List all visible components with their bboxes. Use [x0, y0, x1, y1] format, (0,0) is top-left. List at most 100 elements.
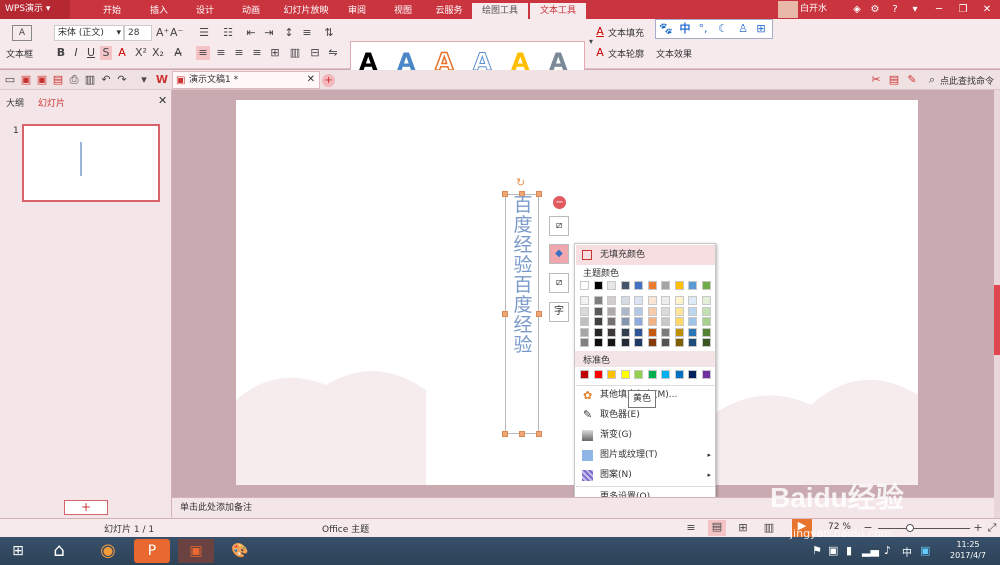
- color-swatch[interactable]: [674, 296, 684, 305]
- bullets-icon[interactable]: ☰: [196, 26, 212, 40]
- color-swatch[interactable]: [593, 306, 603, 316]
- columns-icon[interactable]: ▥: [288, 46, 302, 60]
- color-swatch[interactable]: [688, 317, 697, 326]
- convert-icon[interactable]: ⇋: [326, 46, 340, 60]
- resize-handle[interactable]: [519, 431, 525, 437]
- fill-bucket-icon[interactable]: ◆: [549, 244, 569, 264]
- tool-c-icon[interactable]: ✎: [906, 73, 918, 87]
- align-right-icon[interactable]: ≡: [232, 46, 246, 60]
- print-icon[interactable]: ⎙: [68, 73, 80, 87]
- italic-icon[interactable]: I: [70, 46, 82, 60]
- customize-icon[interactable]: ▾: [138, 73, 150, 87]
- app-menu-button[interactable]: WPS演示 ▾: [0, 0, 70, 19]
- browser-icon[interactable]: ◉: [90, 539, 126, 563]
- volume-icon[interactable]: ♪: [884, 544, 891, 557]
- tool-a-icon[interactable]: ✂: [870, 73, 882, 87]
- color-swatch[interactable]: [701, 338, 711, 347]
- collapse-icon[interactable]: −: [553, 196, 566, 209]
- color-swatch[interactable]: [661, 306, 670, 316]
- redo-icon[interactable]: ↷: [116, 73, 128, 87]
- resize-handle[interactable]: [502, 311, 508, 317]
- text-direction-icon[interactable]: ⇅: [322, 26, 336, 40]
- color-swatch[interactable]: [593, 370, 603, 379]
- network-icon[interactable]: ▮: [846, 544, 852, 557]
- resize-handle[interactable]: [536, 431, 542, 437]
- shrink-font-icon[interactable]: A⁻: [170, 26, 183, 40]
- color-swatch[interactable]: [607, 306, 616, 316]
- baidu-paw-icon[interactable]: 🐾: [659, 22, 673, 36]
- new-icon[interactable]: ▭: [4, 73, 16, 87]
- color-swatch[interactable]: [661, 327, 670, 337]
- color-swatch[interactable]: [674, 370, 684, 379]
- minimize-icon[interactable]: ─: [930, 1, 948, 18]
- color-swatch[interactable]: [647, 317, 657, 326]
- color-swatch[interactable]: [634, 281, 643, 290]
- close-tab-icon[interactable]: ✕: [307, 72, 315, 88]
- color-swatch[interactable]: [580, 296, 589, 305]
- new-tab-icon[interactable]: +: [322, 74, 335, 87]
- sorter-view-icon[interactable]: ⊞: [736, 521, 750, 535]
- eyedropper-item[interactable]: ✎ 取色器(E): [576, 405, 715, 425]
- gradient-item[interactable]: 渐变(G): [576, 425, 715, 445]
- zoom-thumb[interactable]: [906, 524, 914, 532]
- menu-icon[interactable]: ▾: [906, 1, 924, 18]
- superscript-icon[interactable]: X²: [135, 46, 147, 60]
- color-swatch[interactable]: [634, 338, 643, 347]
- vertical-scrollbar[interactable]: [994, 90, 1000, 518]
- shadow-icon[interactable]: S: [100, 46, 112, 60]
- home-icon[interactable]: ⌂: [44, 539, 74, 563]
- text-align-icon[interactable]: ⊟: [308, 46, 322, 60]
- wps-taskbar-icon[interactable]: P: [134, 539, 170, 563]
- color-swatch[interactable]: [647, 370, 657, 379]
- tool-b-icon[interactable]: ▤: [888, 73, 900, 87]
- no-fill-item[interactable]: 无填充颜色: [576, 245, 715, 265]
- scroll-thumb[interactable]: [994, 285, 1000, 355]
- color-swatch[interactable]: [647, 296, 657, 305]
- font-color-icon[interactable]: A: [115, 46, 129, 60]
- zoom-in-icon[interactable]: +: [972, 521, 984, 535]
- color-swatch[interactable]: [647, 306, 657, 316]
- export-pdf-icon[interactable]: ▤: [52, 73, 64, 87]
- picture-texture-item[interactable]: 图片或纹理(T) ▸: [576, 445, 715, 465]
- tray-flag-icon[interactable]: ⚑: [812, 544, 822, 557]
- color-swatch[interactable]: [634, 370, 643, 379]
- color-swatch[interactable]: [620, 317, 630, 326]
- tab-view[interactable]: 视图: [386, 3, 420, 19]
- color-swatch[interactable]: [674, 281, 684, 290]
- avatar[interactable]: [778, 1, 798, 18]
- presentation-icon[interactable]: ▣: [178, 539, 214, 563]
- color-swatch[interactable]: [620, 338, 630, 347]
- color-swatch[interactable]: [701, 306, 711, 316]
- color-swatch[interactable]: [620, 370, 630, 379]
- align-center-icon[interactable]: ≡: [214, 46, 228, 60]
- color-swatch[interactable]: [620, 296, 630, 305]
- subscript-icon[interactable]: X₂: [152, 46, 164, 60]
- rotate-handle-icon[interactable]: ↻: [516, 176, 525, 189]
- user-icon[interactable]: ♙: [736, 22, 750, 36]
- document-tab[interactable]: ▣ 演示文稿1 * ✕: [172, 71, 320, 89]
- color-swatch[interactable]: [580, 370, 589, 379]
- color-swatch[interactable]: [620, 306, 630, 316]
- settings-icon[interactable]: ⚙: [866, 1, 884, 18]
- color-swatch[interactable]: [607, 370, 616, 379]
- color-swatch[interactable]: [688, 370, 697, 379]
- color-swatch[interactable]: [674, 338, 684, 347]
- font-name-select[interactable]: 宋体 (正文) ▾: [54, 25, 124, 41]
- tab-cloud[interactable]: 云服务: [428, 3, 470, 19]
- grid-icon[interactable]: ⊞: [754, 22, 768, 36]
- resize-handle[interactable]: [502, 191, 508, 197]
- color-swatch[interactable]: [701, 327, 711, 337]
- color-swatch[interactable]: [620, 327, 630, 337]
- paragraph-icon[interactable]: ≡: [300, 26, 314, 40]
- underline-icon[interactable]: U: [85, 46, 97, 60]
- text-box-label[interactable]: 文本框: [6, 47, 33, 60]
- color-swatch[interactable]: [647, 327, 657, 337]
- close-pane-icon[interactable]: ✕: [158, 94, 167, 107]
- moon-icon[interactable]: ☾: [716, 22, 730, 36]
- text-effect-label[interactable]: 文本效果: [656, 47, 692, 60]
- add-slide-button[interactable]: +: [64, 500, 108, 515]
- signal-icon[interactable]: ▂▄: [862, 544, 879, 557]
- outline-icon[interactable]: ⧄: [549, 273, 569, 293]
- color-swatch[interactable]: [593, 327, 603, 337]
- color-swatch[interactable]: [580, 317, 589, 326]
